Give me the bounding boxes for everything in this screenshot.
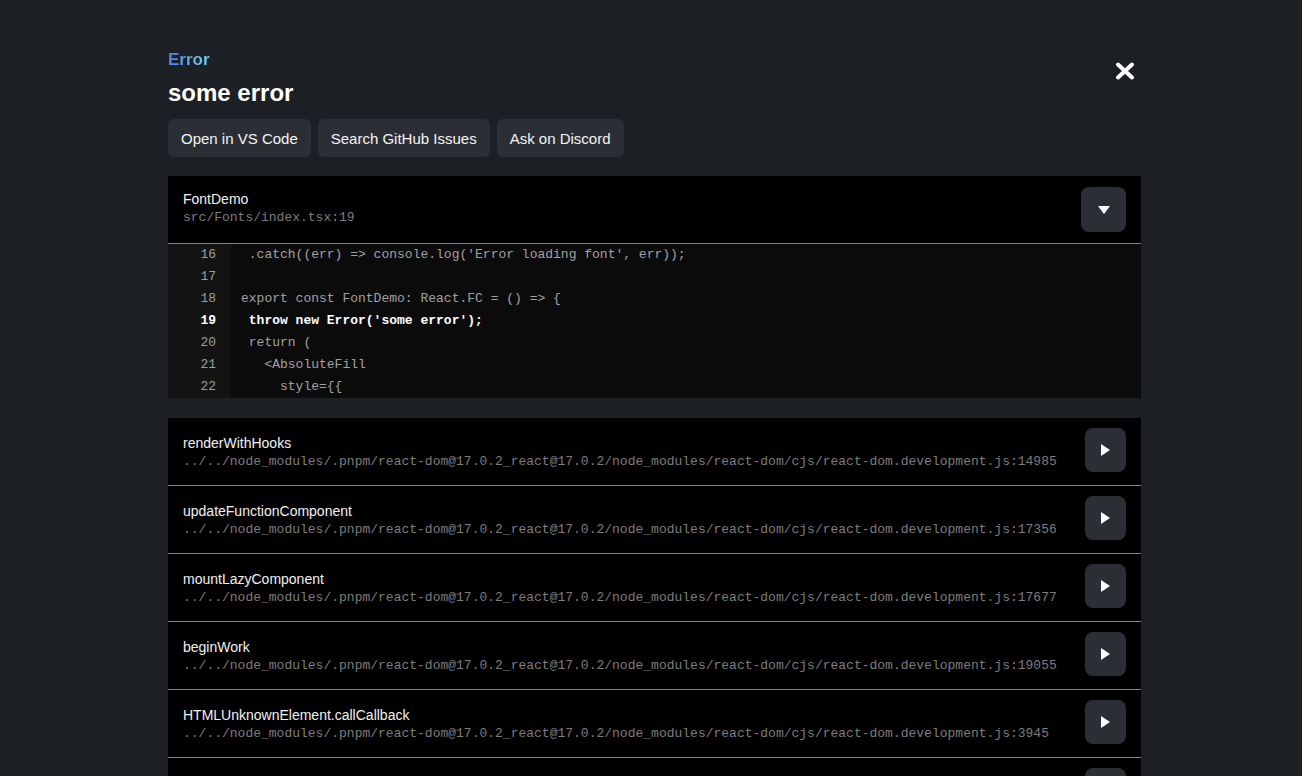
expand-frame-button[interactable]	[1085, 700, 1126, 744]
action-button-search-github-issues[interactable]: Search GitHub Issues	[318, 119, 490, 157]
line-number: 20	[168, 332, 231, 354]
chevron-right-icon	[1101, 444, 1110, 456]
chevron-right-icon	[1101, 648, 1110, 660]
expand-frame-button[interactable]	[1085, 768, 1126, 776]
error-overlay: Error some error Open in VS CodeSearch G…	[168, 0, 1141, 776]
stack-frame-updateFunctionComponent: updateFunctionComponent ../../node_module…	[168, 486, 1141, 554]
frame-function-name: beginWork	[183, 639, 1141, 656]
stack-trace-list: renderWithHooks ../../node_modules/.pnpm/…	[168, 418, 1141, 776]
action-button-ask-on-discord[interactable]: Ask on Discord	[497, 119, 624, 157]
line-number: 16	[168, 244, 231, 266]
code-line-16: 16 .catch((err) => console.log('Error lo…	[168, 244, 1141, 266]
chevron-right-icon	[1101, 580, 1110, 592]
line-number: 17	[168, 266, 231, 288]
frame-function-name: renderWithHooks	[183, 435, 1141, 452]
line-number: 22	[168, 376, 231, 398]
stack-frame-mountLazyComponent: mountLazyComponent ../../node_modules/.pn…	[168, 554, 1141, 622]
code-line-17: 17	[168, 266, 1141, 288]
line-source: export const FontDemo: React.FC = () => …	[231, 288, 561, 310]
error-message: some error	[168, 80, 1141, 106]
stack-frame-renderWithHooks: renderWithHooks ../../node_modules/.pnpm/…	[168, 418, 1141, 486]
chevron-right-icon	[1101, 716, 1110, 728]
line-source: throw new Error('some error');	[231, 310, 483, 332]
frame-file-path: ../../node_modules/.pnpm/react-dom@17.0.…	[183, 659, 1141, 673]
code-line-22: 22 style={{	[168, 376, 1141, 398]
frame-function-name: HTMLUnknownElement.callCallback	[183, 707, 1141, 724]
frame-function-name: updateFunctionComponent	[183, 503, 1141, 520]
frame-file-path: ../../node_modules/.pnpm/react-dom@17.0.…	[183, 591, 1141, 605]
expand-frame-button[interactable]	[1085, 632, 1126, 676]
expand-frame-button[interactable]	[1085, 428, 1126, 472]
chevron-right-icon	[1101, 512, 1110, 524]
source-frame-location: src/Fonts/index.tsx:19	[183, 211, 1141, 225]
collapse-frame-button[interactable]	[1081, 187, 1126, 232]
action-button-open-in-vs-code[interactable]: Open in VS Code	[168, 119, 311, 157]
error-type-label: Error	[168, 50, 210, 69]
close-icon	[1115, 62, 1135, 80]
source-frame-header: FontDemo src/Fonts/index.tsx:19	[168, 176, 1141, 243]
stack-frame-beginWork: beginWork ../../node_modules/.pnpm/react-…	[168, 622, 1141, 690]
line-source: .catch((err) => console.log('Error loadi…	[231, 244, 686, 266]
frame-file-path: ../../node_modules/.pnpm/react-dom@17.0.…	[183, 727, 1141, 741]
line-number: 21	[168, 354, 231, 376]
close-button[interactable]	[1115, 62, 1135, 80]
frame-file-path: ../../node_modules/.pnpm/react-dom@17.0.…	[183, 455, 1141, 469]
line-source: style={{	[231, 376, 342, 398]
frame-function-name: mountLazyComponent	[183, 571, 1141, 588]
code-line-21: 21 <AbsoluteFill	[168, 354, 1141, 376]
code-line-19: 19 throw new Error('some error');	[168, 310, 1141, 332]
expand-frame-button[interactable]	[1085, 564, 1126, 608]
source-frame-card: FontDemo src/Fonts/index.tsx:19 16 .catc…	[168, 176, 1141, 398]
chevron-down-icon	[1098, 206, 1110, 214]
code-line-18: 18export const FontDemo: React.FC = () =…	[168, 288, 1141, 310]
source-frame-name: FontDemo	[183, 191, 1141, 207]
code-line-20: 20 return (	[168, 332, 1141, 354]
line-number: 18	[168, 288, 231, 310]
line-number: 19	[168, 310, 231, 332]
action-buttons: Open in VS CodeSearch GitHub IssuesAsk o…	[168, 119, 1141, 157]
line-source	[231, 266, 241, 288]
frame-file-path: ../../node_modules/.pnpm/react-dom@17.0.…	[183, 523, 1141, 537]
code-snippet: 16 .catch((err) => console.log('Error lo…	[168, 243, 1141, 398]
stack-frame-hidden	[168, 758, 1141, 776]
line-source: <AbsoluteFill	[231, 354, 366, 376]
line-source: return (	[231, 332, 311, 354]
expand-frame-button[interactable]	[1085, 496, 1126, 540]
stack-frame-HTMLUnknownElement.callCallback: HTMLUnknownElement.callCallback ../../nod…	[168, 690, 1141, 758]
